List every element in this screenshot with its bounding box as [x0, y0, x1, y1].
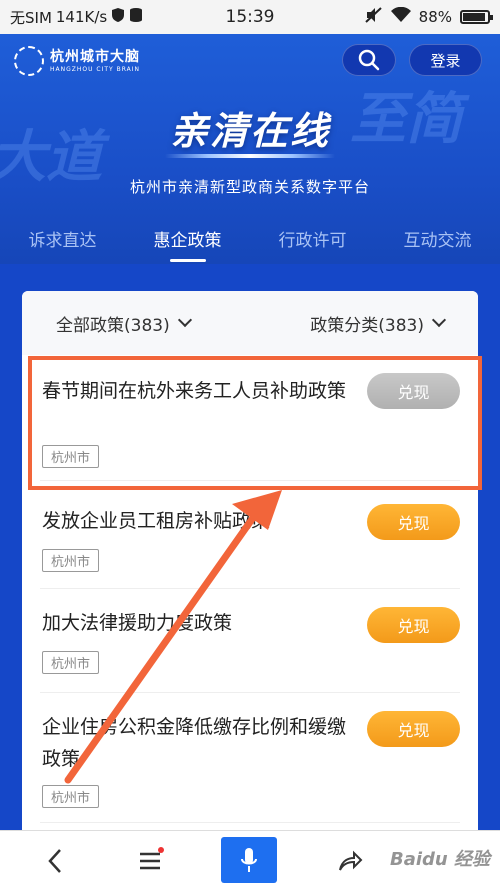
- bottom-navigation: Baidu 经验: [0, 830, 500, 889]
- logo-subtitle: HANGZHOU CITY BRAIN: [50, 65, 140, 73]
- policy-category-label: 政策分类(383): [310, 315, 424, 336]
- microphone-icon: [241, 848, 257, 872]
- tab-interaction[interactable]: 互动交流: [404, 220, 472, 264]
- wifi-icon: [390, 6, 411, 27]
- policy-category-filter[interactable]: 政策分类(383): [310, 311, 447, 336]
- redeem-button[interactable]: 兑现: [367, 504, 460, 540]
- back-button[interactable]: [30, 831, 80, 889]
- redeem-button[interactable]: 兑现: [367, 607, 460, 643]
- tab-permits[interactable]: 行政许可: [279, 220, 347, 264]
- menu-button[interactable]: [125, 831, 175, 889]
- status-left: 无SIM 141K/s: [10, 7, 143, 28]
- hero-subtitle: 杭州市亲清新型政商关系数字平台: [129, 178, 370, 196]
- logo-title: 杭州城市大脑: [50, 48, 140, 65]
- region-tag: 杭州市: [42, 785, 100, 808]
- highlight-box: [28, 356, 482, 490]
- city-brain-logo: 杭州城市大脑 HANGZHOU CITY BRAIN: [14, 46, 140, 76]
- filter-bar: 全部政策(383) 政策分类(383): [22, 291, 478, 355]
- policy-title: 发放企业员工租房补贴政策: [42, 510, 271, 532]
- baidu-watermark: Baidu 经验: [389, 849, 490, 870]
- search-icon: [358, 49, 380, 71]
- app-header: 大道 至简 杭州城市大脑 HANGZHOU CITY BRAIN 登录 亲清在线…: [0, 34, 500, 264]
- status-right: 88%: [364, 6, 493, 27]
- policy-title: 加大法律援助力度政策: [42, 612, 233, 634]
- login-button[interactable]: 登录: [409, 44, 482, 76]
- share-button[interactable]: [325, 831, 375, 889]
- network-speed: 141K/s: [55, 8, 108, 26]
- hero-divider: [165, 154, 335, 158]
- region-tag: 杭州市: [42, 549, 100, 572]
- share-icon: [339, 850, 363, 870]
- redeem-button[interactable]: 兑现: [367, 711, 460, 747]
- policy-item[interactable]: 加大法律援助力度政策 杭州市 兑现: [40, 589, 460, 693]
- menu-icon: [140, 852, 160, 869]
- logo-mark-icon: [14, 46, 44, 76]
- battery-percent: 88%: [418, 8, 452, 26]
- chevron-down-icon: [177, 312, 192, 328]
- battery-icon: [460, 10, 493, 24]
- all-policies-label: 全部政策(383): [56, 315, 170, 336]
- search-button[interactable]: [342, 44, 396, 76]
- database-icon: [129, 7, 143, 27]
- notification-dot: [158, 847, 164, 853]
- carrier-text: 无SIM: [10, 8, 52, 27]
- voice-button[interactable]: [221, 837, 277, 883]
- tab-policies[interactable]: 惠企政策: [154, 220, 222, 264]
- region-tag: 杭州市: [42, 651, 100, 674]
- policy-title: 企业住房公积金降低缴存比例和缓缴政策: [42, 716, 347, 770]
- main-tabs: 诉求直达 惠企政策 行政许可 互动交流: [0, 220, 500, 264]
- policy-item[interactable]: 企业住房公积金降低缴存比例和缓缴政策 杭州市 兑现: [40, 693, 460, 823]
- tab-appeals[interactable]: 诉求直达: [29, 220, 97, 264]
- mute-icon: [364, 7, 383, 27]
- back-arrow-icon: [48, 848, 61, 873]
- policy-item[interactable]: 发放企业员工租房补贴政策 杭州市 兑现: [40, 491, 460, 589]
- all-policies-filter[interactable]: 全部政策(383): [56, 311, 192, 336]
- status-bar: 无SIM 141K/s 15:39 88%: [0, 0, 500, 34]
- shield-icon: [111, 7, 125, 27]
- hero-title: 亲清在线: [169, 109, 330, 153]
- chevron-down-icon: [431, 312, 447, 328]
